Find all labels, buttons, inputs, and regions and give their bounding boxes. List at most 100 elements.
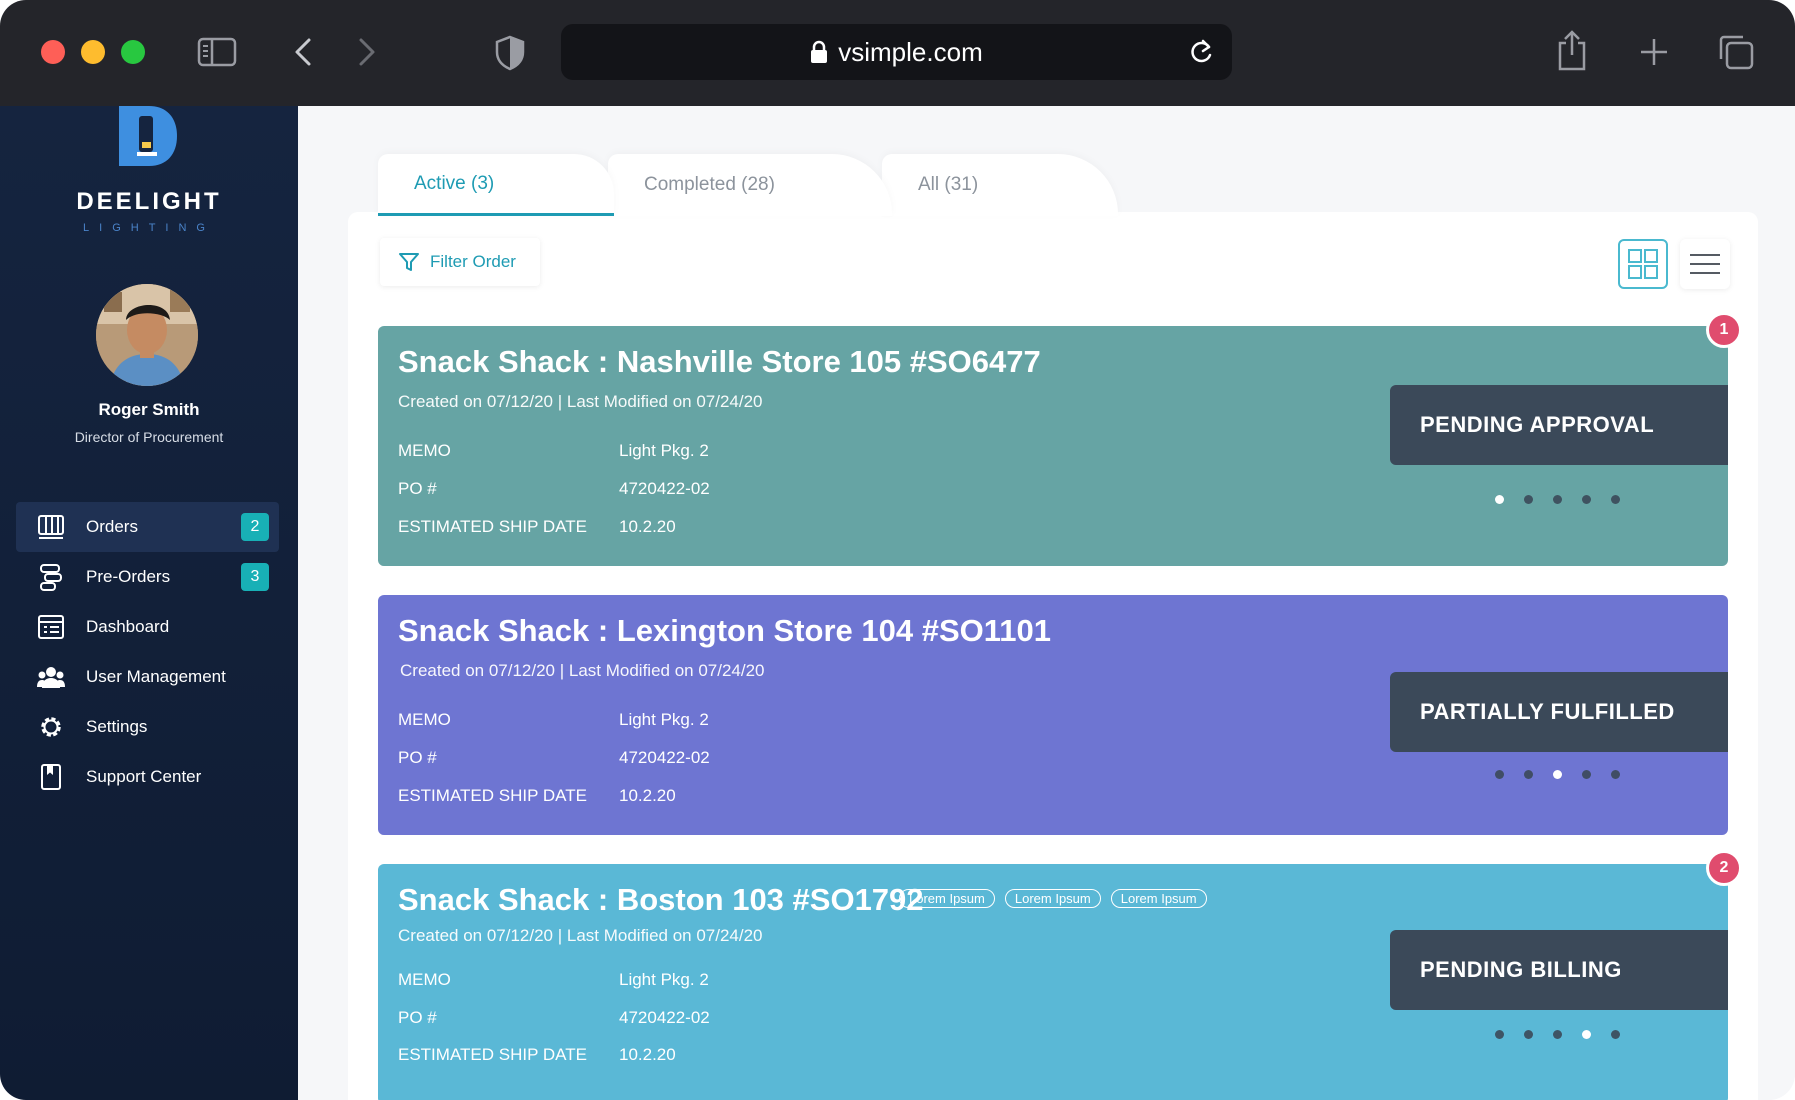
progress-dot [1611,770,1620,779]
brand-name: DEELIGHT [76,188,222,215]
status-badge: PARTIALLY FULFILLED [1390,672,1728,752]
sidebar-nav: Orders 2 Pre-Orders 3 Dashboard User Man… [16,502,279,802]
sidebar: DEELIGHT LIGHTING Roger Smith Director o… [0,106,298,1100]
sidebar-item-label: Settings [86,717,148,736]
po-value: 4720422-02 [619,479,710,498]
order-dates: Created on 07/12/20 | Last Modified on 0… [400,661,765,680]
memo-label: MEMO [398,441,451,460]
minimize-window-button[interactable] [81,40,105,64]
ship-date-label: ESTIMATED SHIP DATE [398,517,587,536]
status-badge: PENDING BILLING [1390,930,1728,1010]
progress-dot [1553,495,1562,504]
shield-icon[interactable] [492,34,528,72]
ship-date-label: ESTIMATED SHIP DATE [398,786,587,805]
sidebar-item-label: Support Center [86,767,202,786]
order-dates: Created on 07/12/20 | Last Modified on 0… [398,926,763,945]
progress-dot [1611,1030,1620,1039]
memo-value: Light Pkg. 2 [619,970,709,989]
progress-dot [1495,1030,1504,1039]
url-text: vsimple.com [838,36,983,67]
po-value: 4720422-02 [619,748,710,767]
status-badge: PENDING APPROVAL [1390,385,1728,465]
new-tab-icon[interactable] [1636,34,1672,70]
list-view-button[interactable] [1680,239,1730,289]
po-label: PO # [398,748,437,767]
tag[interactable]: Lorem Ipsum [1110,889,1207,908]
ship-date-value: 10.2.20 [619,786,676,805]
progress-dots [1495,1030,1620,1039]
po-label: PO # [398,479,437,498]
maximize-window-button[interactable] [121,40,145,64]
sidebar-item-orders[interactable]: Orders 2 [16,502,279,552]
reload-icon[interactable] [1188,38,1214,71]
pre-orders-count-badge: 3 [241,563,269,591]
order-tags: Lorem Ipsum Lorem Ipsum Lorem Ipsum [899,889,1207,908]
sidebar-item-settings[interactable]: Settings [16,702,279,752]
memo-value: Light Pkg. 2 [619,710,709,729]
tag[interactable]: Lorem Ipsum [899,889,995,908]
filter-order-button[interactable]: Filter Order [380,238,540,286]
progress-dot [1582,1030,1591,1039]
user-name: Roger Smith [98,400,200,419]
notification-badge[interactable]: 1 [1706,312,1742,348]
progress-dot [1553,1030,1562,1039]
notification-badge[interactable]: 2 [1706,850,1742,886]
progress-dots [1495,495,1620,504]
orders-count-badge: 2 [241,513,269,541]
back-icon[interactable] [288,34,318,70]
main-content: All (31) Completed (28) Active (3) Filte… [298,106,1795,1100]
tab-label: Completed (28) [644,174,775,195]
sidebar-item-dashboard[interactable]: Dashboard [16,602,279,652]
browser-toolbar: vsimple.com [0,0,1795,106]
sidebar-item-label: Dashboard [86,617,170,636]
deelight-logo [115,106,181,175]
filter-icon [399,253,419,271]
progress-dot [1495,495,1504,504]
sidebar-item-pre-orders[interactable]: Pre-Orders 3 [16,552,279,602]
progress-dot [1611,495,1620,504]
order-title[interactable]: Snack Shack : Lexington Store 104 #SO110… [398,613,1051,649]
sidebar-item-user-management[interactable]: User Management [16,652,279,702]
memo-label: MEMO [398,710,451,729]
sidebar-item-label: Orders [86,517,138,536]
tab-completed[interactable]: Completed (28) [608,154,892,216]
memo-value: Light Pkg. 2 [619,441,709,460]
progress-dot [1524,770,1533,779]
avatar[interactable] [96,284,198,386]
lock-icon [811,40,828,63]
forward-icon[interactable] [352,34,382,70]
progress-dots [1495,770,1620,779]
tab-active[interactable]: Active (3) [378,154,614,216]
tab-all[interactable]: All (31) [882,154,1118,216]
order-card[interactable]: Snack Shack : Lexington Store 104 #SO110… [378,595,1728,835]
progress-dot [1582,495,1591,504]
memo-label: MEMO [398,970,451,989]
orders-icon [36,512,66,542]
address-bar[interactable]: vsimple.com [561,24,1232,80]
po-value: 4720422-02 [619,1008,710,1027]
ship-date-value: 10.2.20 [619,1045,676,1064]
book-icon [36,762,66,792]
tag[interactable]: Lorem Ipsum [1004,889,1101,908]
share-icon[interactable] [1554,28,1590,72]
progress-dot [1582,770,1591,779]
ship-date-value: 10.2.20 [619,517,676,536]
order-card[interactable]: Snack Shack : Nashville Store 105 #SO647… [378,312,1742,566]
sidebar-item-label: Pre-Orders [86,567,171,586]
tabs-overview-icon[interactable] [1716,32,1756,72]
sidebar-item-support-center[interactable]: Support Center [16,752,279,802]
progress-dot [1553,770,1562,779]
progress-dot [1495,770,1504,779]
sidebar-toggle-icon[interactable] [196,34,238,70]
grid-view-button[interactable] [1618,239,1668,289]
user-role: Director of Procurement [74,429,224,445]
order-card[interactable]: Snack Shack : Boston 103 #SO1792 Lorem I… [378,850,1742,1100]
gear-icon [36,712,66,742]
order-title[interactable]: Snack Shack : Nashville Store 105 #SO647… [398,344,1041,380]
orders-panel: Filter Order Snack Shack : Nashville Sto… [348,212,1758,1100]
close-window-button[interactable] [41,40,65,64]
order-title[interactable]: Snack Shack : Boston 103 #SO1792 [398,882,924,918]
grid-icon [1628,249,1658,279]
ship-date-label: ESTIMATED SHIP DATE [398,1045,587,1064]
browser-window: vsimple.com DEELIGHT LIGHTING Roger Smit… [0,0,1795,1100]
